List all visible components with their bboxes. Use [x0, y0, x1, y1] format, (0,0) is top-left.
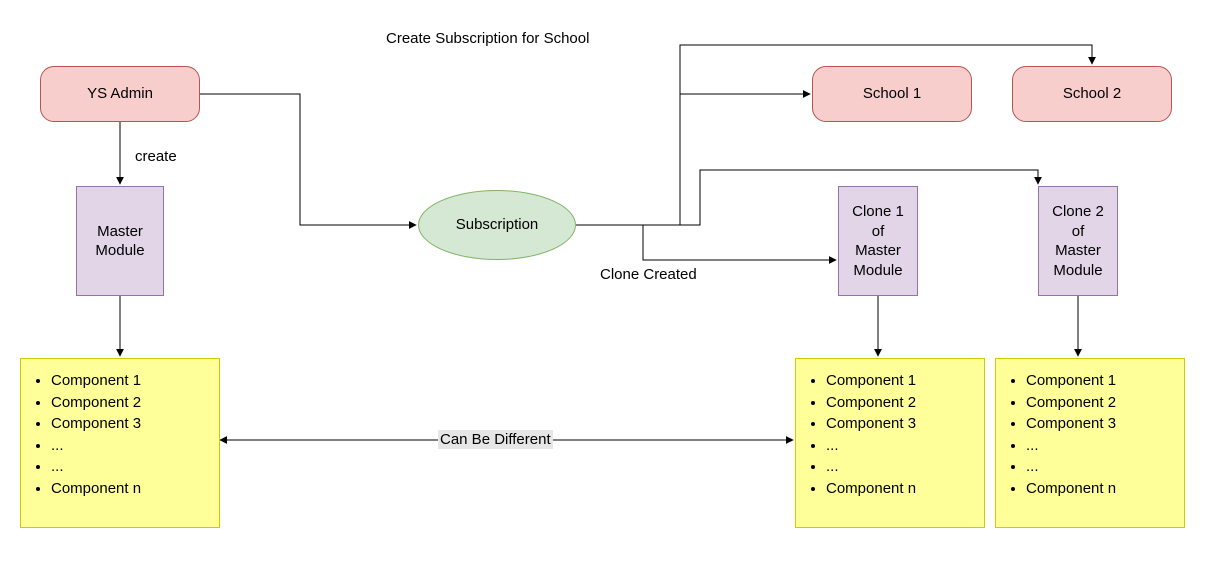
- node-clone-1: Clone 1 of Master Module: [838, 186, 918, 296]
- components-master-list: Component 1Component 2Component 3......C…: [21, 359, 219, 510]
- components-clone-2-list: Component 1Component 2Component 3......C…: [996, 359, 1184, 510]
- node-school-1-label: School 1: [863, 84, 921, 104]
- node-subscription: Subscription: [418, 190, 576, 260]
- list-item: Component n: [826, 479, 974, 499]
- node-master-module-label: Master Module: [77, 222, 163, 261]
- list-item: Component 1: [826, 371, 974, 391]
- arrow-sub-to-clone2: [576, 170, 1038, 225]
- components-master: Component 1Component 2Component 3......C…: [20, 358, 220, 528]
- list-item: ...: [1026, 436, 1174, 456]
- arrow-sub-to-clone1: [576, 225, 836, 260]
- list-item: ...: [51, 436, 209, 456]
- label-create: create: [135, 148, 177, 165]
- arrow-sub-to-school1: [576, 94, 810, 225]
- node-school-1: School 1: [812, 66, 972, 122]
- components-clone-2: Component 1Component 2Component 3......C…: [995, 358, 1185, 528]
- list-item: Component n: [1026, 479, 1174, 499]
- node-master-module: Master Module: [76, 186, 164, 296]
- list-item: Component 2: [1026, 393, 1174, 413]
- list-item: ...: [51, 457, 209, 477]
- components-clone-1: Component 1Component 2Component 3......C…: [795, 358, 985, 528]
- node-school-2-label: School 2: [1063, 84, 1121, 104]
- arrow-admin-to-subscription: [200, 94, 416, 225]
- node-school-2: School 2: [1012, 66, 1172, 122]
- list-item: ...: [1026, 457, 1174, 477]
- list-item: Component 1: [1026, 371, 1174, 391]
- components-clone-1-list: Component 1Component 2Component 3......C…: [796, 359, 984, 510]
- node-clone-2-label: Clone 2 of Master Module: [1052, 202, 1104, 280]
- list-item: Component 3: [1026, 414, 1174, 434]
- list-item: Component 2: [51, 393, 209, 413]
- list-item: ...: [826, 457, 974, 477]
- node-clone-1-label: Clone 1 of Master Module: [852, 202, 904, 280]
- node-subscription-label: Subscription: [456, 215, 539, 235]
- node-clone-2: Clone 2 of Master Module: [1038, 186, 1118, 296]
- list-item: Component n: [51, 479, 209, 499]
- list-item: Component 3: [51, 414, 209, 434]
- node-ys-admin-label: YS Admin: [87, 84, 153, 104]
- label-create-subscription: Create Subscription for School: [386, 30, 589, 47]
- label-can-be-different: Can Be Different: [438, 430, 553, 449]
- list-item: Component 3: [826, 414, 974, 434]
- list-item: Component 1: [51, 371, 209, 391]
- list-item: ...: [826, 436, 974, 456]
- list-item: Component 2: [826, 393, 974, 413]
- label-clone-created: Clone Created: [600, 266, 697, 283]
- node-ys-admin: YS Admin: [40, 66, 200, 122]
